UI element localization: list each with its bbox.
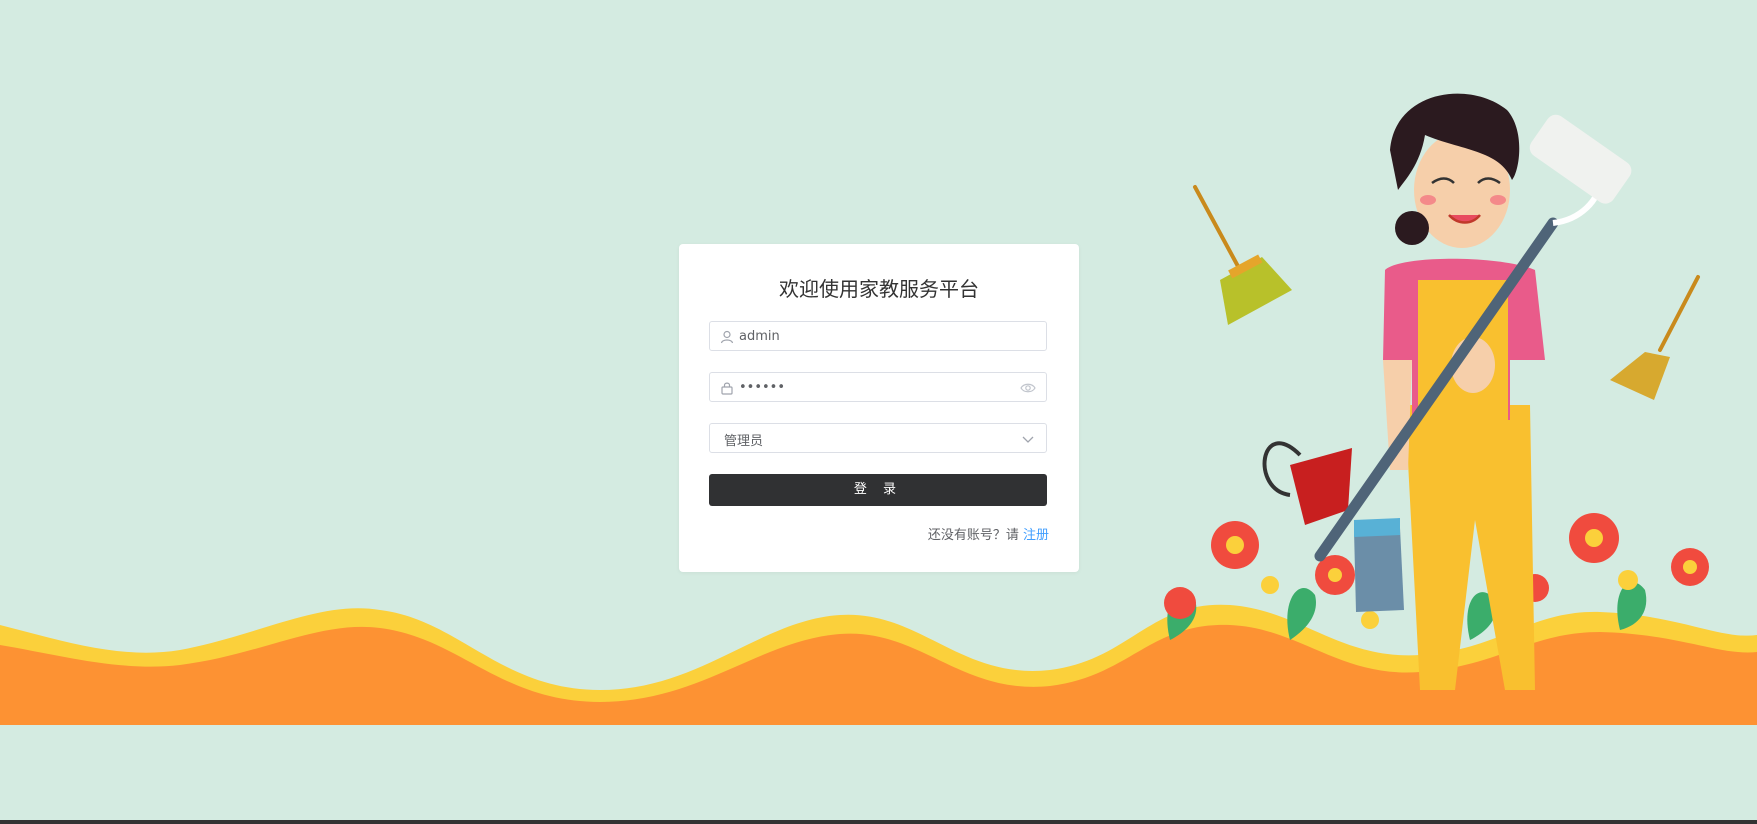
chevron-down-icon[interactable] xyxy=(1020,431,1036,445)
username-input[interactable] xyxy=(739,322,1009,350)
lock-icon xyxy=(720,380,734,395)
login-button[interactable]: 登 录 xyxy=(709,474,1047,506)
broom-left-illustration xyxy=(1193,185,1292,325)
register-prompt: 还没有账号？请 注册 xyxy=(928,524,1049,543)
login-title: 欢迎使用家教服务平台 xyxy=(779,277,979,301)
login-page: 欢迎使用家教服务平台 admin •••••• 管理员 登 录 还没有账号？请 … xyxy=(0,0,1757,824)
user-icon xyxy=(720,329,734,344)
password-field[interactable] xyxy=(709,372,1047,402)
register-prompt-text: 还没有账号？请 xyxy=(927,528,1019,543)
username-field[interactable] xyxy=(709,321,1047,351)
eye-icon[interactable] xyxy=(1020,380,1036,394)
password-input[interactable] xyxy=(739,373,1009,401)
blue-bucket-illustration xyxy=(1354,518,1404,612)
role-select-value: 管理员 xyxy=(724,434,764,449)
red-bucket-illustration xyxy=(1262,441,1352,525)
broom-right-illustration xyxy=(1610,275,1700,400)
role-select[interactable]: 管理员 xyxy=(709,423,1047,453)
login-card: 欢迎使用家教服务平台 admin •••••• 管理员 登 录 还没有账号？请 … xyxy=(679,244,1079,572)
register-link[interactable]: 注册 xyxy=(1023,528,1049,543)
